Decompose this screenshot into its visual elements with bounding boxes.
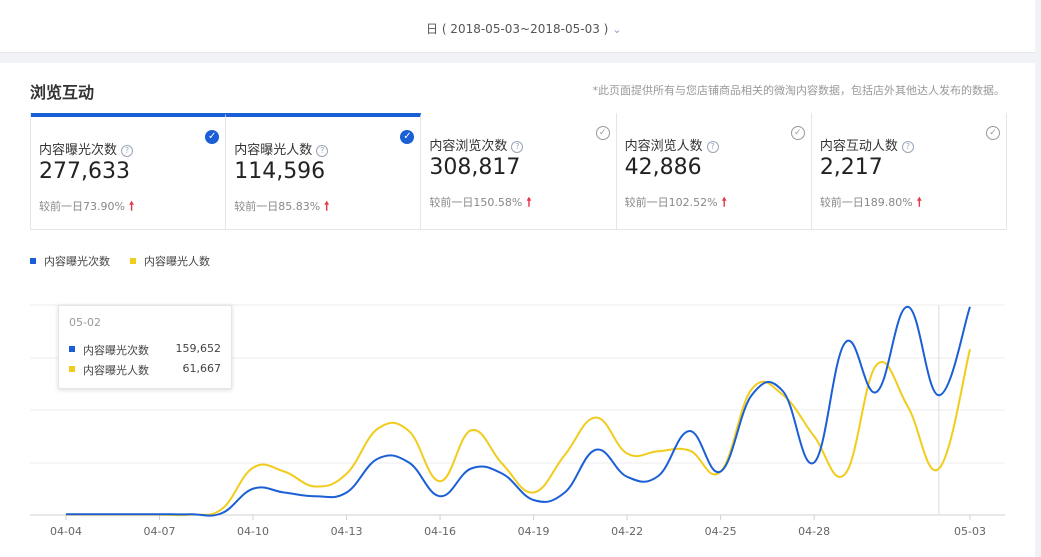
- x-tick-label: 04-04: [50, 525, 82, 538]
- tooltip-row: 内容曝光次数 159,652: [69, 342, 221, 358]
- x-tick-label: 04-07: [144, 525, 176, 538]
- tooltip-series-name: 内容曝光次数: [83, 344, 149, 357]
- x-tick-label: 04-25: [705, 525, 737, 538]
- tooltip-series-value: 159,652: [175, 342, 222, 355]
- x-tick-label: 04-10: [237, 525, 269, 538]
- x-tick-label: 04-19: [518, 525, 550, 538]
- tooltip-series-value: 61,667: [182, 362, 222, 375]
- chart-tooltip: 05-02 内容曝光次数 159,652 内容曝光人数 61,667: [58, 305, 232, 389]
- line-chart: 04-04 04-07 04-10 04-13 04-16 04-19 04-22 04-25…: [30, 304, 1005, 538]
- x-tick-label: 04-16: [424, 525, 456, 538]
- x-tick-label: 04-13: [331, 525, 363, 538]
- tooltip-series-name: 内容曝光人数: [83, 364, 149, 377]
- x-tick-label: 04-22: [611, 525, 643, 538]
- tooltip-date: 05-02: [69, 316, 101, 329]
- series-swatch: [69, 366, 75, 372]
- x-tick-label: 04-28: [798, 525, 830, 538]
- x-tick-label: 05-03: [954, 525, 986, 538]
- series-swatch: [69, 346, 75, 352]
- tooltip-row: 内容曝光人数 61,667: [69, 362, 221, 378]
